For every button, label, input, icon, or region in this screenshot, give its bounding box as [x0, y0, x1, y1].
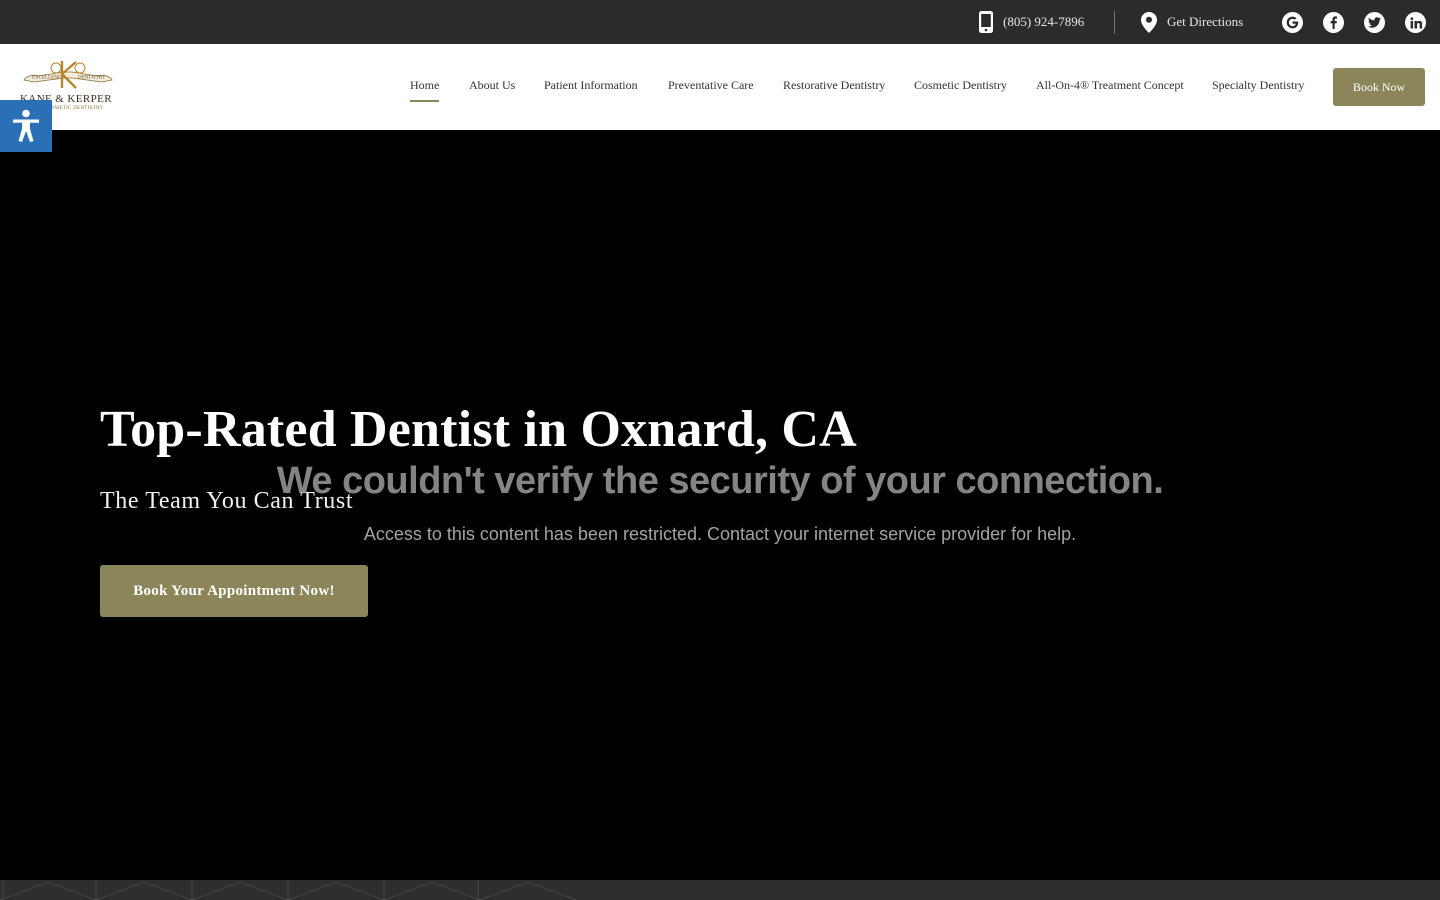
- logo-emblem-icon: EXCELLENCE DENTISTRY: [23, 61, 113, 89]
- linkedin-icon[interactable]: [1405, 12, 1426, 33]
- accessibility-icon: [13, 109, 39, 142]
- svg-text:DENTISTRY: DENTISTRY: [78, 76, 106, 81]
- nav-about-us[interactable]: About Us: [469, 78, 515, 93]
- facebook-icon[interactable]: [1323, 12, 1344, 33]
- nav-patient-information[interactable]: Patient Information: [544, 78, 638, 93]
- google-icon[interactable]: [1282, 12, 1303, 33]
- nav-preventative-care[interactable]: Preventative Care: [668, 78, 754, 93]
- map-pin-icon: [1141, 11, 1157, 33]
- book-now-button[interactable]: Book Now: [1333, 68, 1425, 106]
- security-warning-text: Access to this content has been restrict…: [363, 524, 1077, 544]
- svg-text:EXCELLENCE: EXCELLENCE: [32, 76, 64, 81]
- top-utility-bar: (805) 924-7896 Get Directions: [0, 0, 1440, 44]
- nav-home[interactable]: Home: [410, 78, 440, 102]
- directions-label: Get Directions: [1167, 14, 1244, 29]
- nav-all-on-4[interactable]: All-On-4® Treatment Concept: [1036, 78, 1184, 93]
- phone-number: (805) 924-7896: [1003, 14, 1085, 29]
- phone-link[interactable]: (805) 924-7896: [978, 0, 1084, 44]
- logo-tagline: COSMETIC DENTISTRY: [44, 106, 104, 111]
- twitter-icon[interactable]: [1364, 12, 1385, 33]
- topbar-divider: [1114, 11, 1115, 34]
- nav-cosmetic-dentistry[interactable]: Cosmetic Dentistry: [914, 78, 1007, 93]
- hero-section: Top-Rated Dentist in Oxnard, CA The Team…: [0, 130, 1440, 880]
- mobile-phone-icon: [979, 11, 993, 33]
- nav-restorative-dentistry[interactable]: Restorative Dentistry: [783, 78, 885, 93]
- nav-specialty-dentistry[interactable]: Specialty Dentistry: [1212, 78, 1304, 93]
- book-appointment-button[interactable]: Book Your Appointment Now!: [100, 565, 368, 617]
- decorative-pattern-strip: [0, 880, 1440, 900]
- accessibility-button[interactable]: [0, 100, 52, 152]
- directions-link[interactable]: Get Directions: [1140, 0, 1243, 44]
- security-warning-title: We couldn't verify the security of your …: [276, 460, 1164, 502]
- site-header: EXCELLENCE DENTISTRY KANE & KERPER COSME…: [0, 44, 1440, 130]
- hero-title: Top-Rated Dentist in Oxnard, CA: [100, 401, 857, 458]
